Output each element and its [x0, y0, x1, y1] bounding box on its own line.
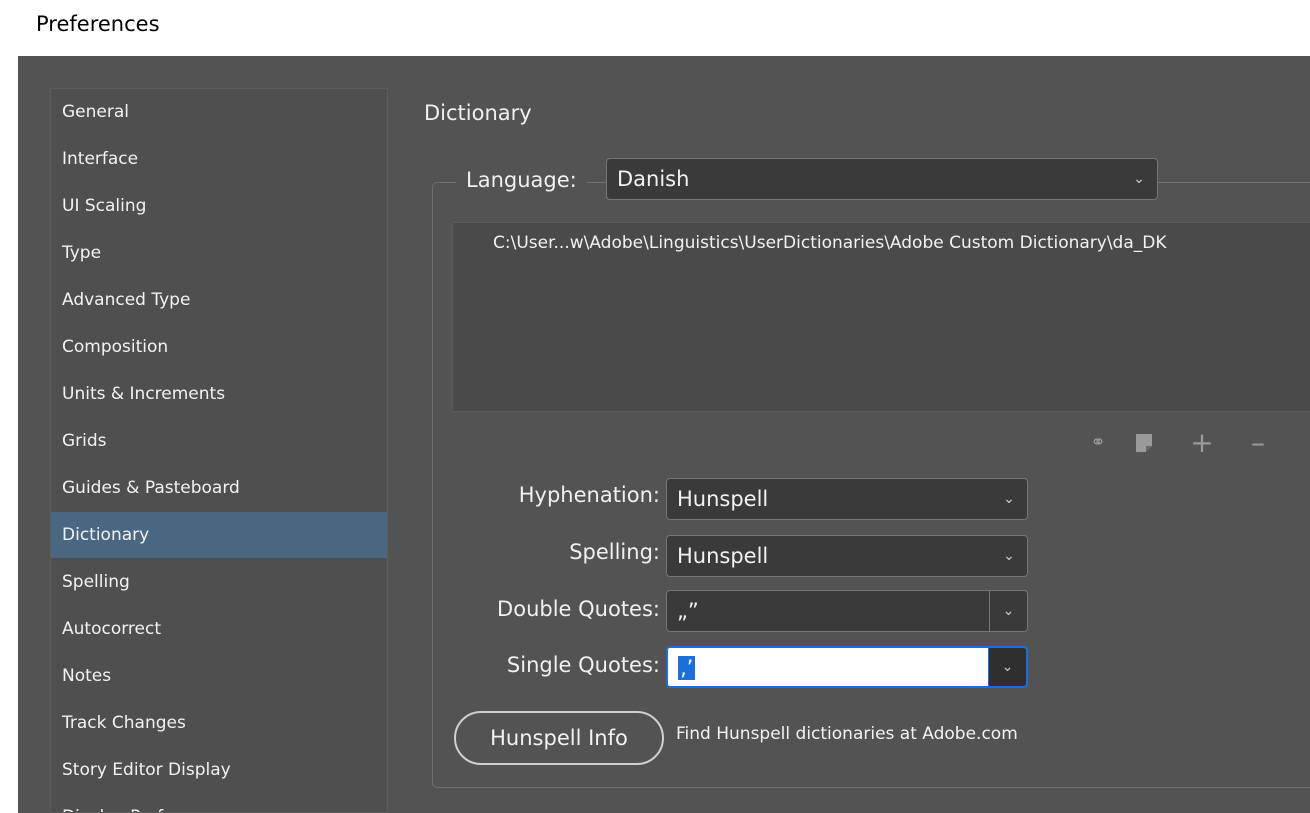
link-icon[interactable]: ⚭ [1084, 428, 1112, 458]
sidebar-item-spelling[interactable]: Spelling [51, 559, 387, 605]
sidebar-item-advanced-type[interactable]: Advanced Type [51, 277, 387, 323]
sidebar-item-ui-scaling[interactable]: UI Scaling [51, 183, 387, 229]
sidebar-item-composition[interactable]: Composition [51, 324, 387, 370]
sidebar-item-type[interactable]: Type [51, 230, 387, 276]
list-item[interactable]: C:\User...w\Adobe\Linguistics\UserDictio… [493, 233, 1167, 253]
preferences-dialog: General Interface UI Scaling Type Advanc… [18, 56, 1310, 813]
hyphenation-select[interactable]: Hunspell ⌄ [666, 478, 1028, 520]
chevron-down-icon: ⌄ [1003, 548, 1015, 564]
double-quotes-label: Double Quotes: [497, 597, 660, 621]
chevron-down-icon: ⌄ [1133, 171, 1145, 187]
hunspell-info-button[interactable]: Hunspell Info [454, 711, 664, 765]
language-row: Language: [456, 157, 587, 203]
double-quotes-combo[interactable]: „” ⌄ [666, 590, 1028, 632]
new-page-icon[interactable] [1130, 428, 1158, 458]
double-quotes-field[interactable]: „” [667, 591, 989, 631]
sidebar-item-guides-pasteboard[interactable]: Guides & Pasteboard [51, 465, 387, 511]
language-label: Language: [466, 168, 577, 192]
hyphenation-label: Hyphenation: [518, 483, 660, 507]
sidebar-item-units-increments[interactable]: Units & Increments [51, 371, 387, 417]
chevron-down-icon[interactable]: ⌄ [988, 648, 1026, 686]
spelling-value: Hunspell [677, 544, 769, 568]
sidebar-item-autocorrect[interactable]: Autocorrect [51, 606, 387, 652]
single-quotes-label: Single Quotes: [506, 653, 660, 677]
hunspell-info-text: Find Hunspell dictionaries at Adobe.com [676, 724, 1018, 744]
hyphenation-value: Hunspell [677, 487, 769, 511]
dictionary-list[interactable]: C:\User...w\Adobe\Linguistics\UserDictio… [452, 222, 1310, 412]
single-quotes-field[interactable]: ‚’ [668, 648, 988, 686]
language-value: Danish [617, 167, 690, 191]
sidebar-item-display-performance[interactable]: Display Performance [51, 794, 387, 812]
preferences-sidebar: General Interface UI Scaling Type Advanc… [50, 88, 388, 813]
chevron-down-icon[interactable]: ⌄ [989, 591, 1027, 631]
sidebar-item-general[interactable]: General [51, 89, 387, 135]
sidebar-item-notes[interactable]: Notes [51, 653, 387, 699]
single-quotes-combo[interactable]: ‚’ ⌄ [666, 646, 1028, 688]
sidebar-item-dictionary[interactable]: Dictionary [51, 512, 387, 558]
sidebar-item-interface[interactable]: Interface [51, 136, 387, 182]
window-title: Preferences [36, 12, 160, 36]
language-select[interactable]: Danish ⌄ [606, 158, 1158, 200]
section-title: Dictionary [424, 101, 532, 125]
minus-icon[interactable]: – [1244, 428, 1272, 458]
spelling-label: Spelling: [569, 540, 660, 564]
plus-icon[interactable]: + [1188, 428, 1216, 458]
title-bar: Preferences [0, 0, 1310, 56]
sidebar-item-grids[interactable]: Grids [51, 418, 387, 464]
sidebar-item-track-changes[interactable]: Track Changes [51, 700, 387, 746]
single-quotes-selection: ‚’ [678, 656, 696, 680]
sidebar-item-story-editor-display[interactable]: Story Editor Display [51, 747, 387, 793]
chevron-down-icon: ⌄ [1003, 491, 1015, 507]
spelling-select[interactable]: Hunspell ⌄ [666, 535, 1028, 577]
